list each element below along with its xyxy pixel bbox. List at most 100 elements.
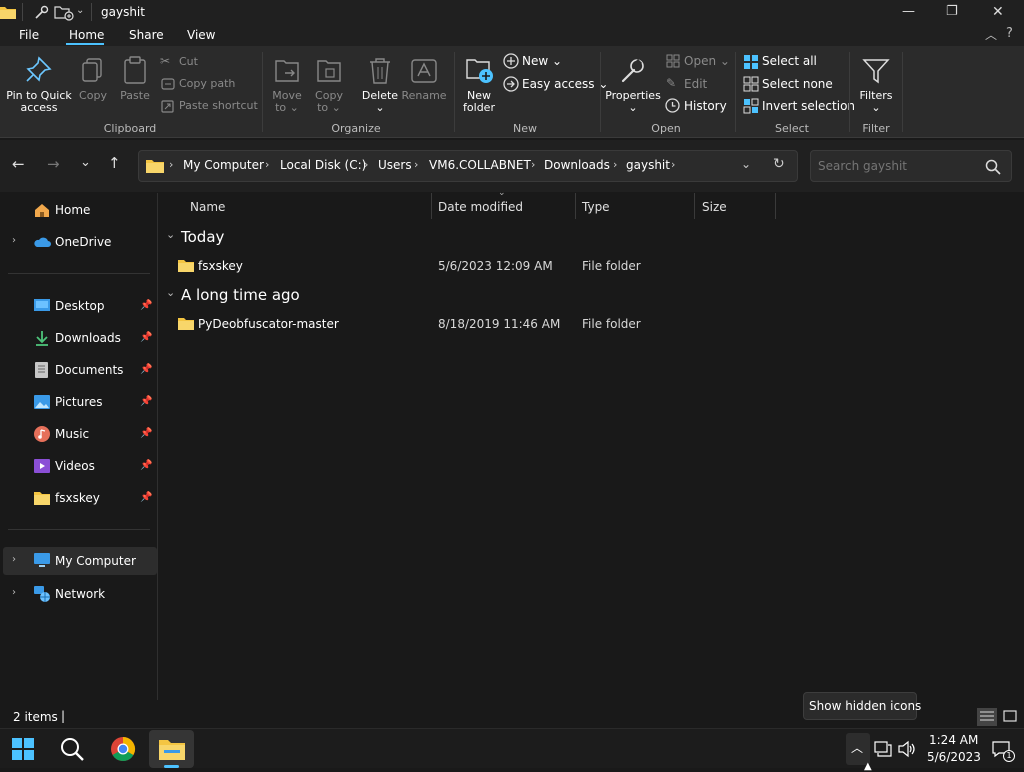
column-divider[interactable] [775, 193, 776, 219]
breadcrumb-downloads[interactable]: Downloads [544, 158, 610, 172]
tab-file[interactable]: File [19, 28, 39, 42]
select-none-button[interactable]: Select none [762, 77, 833, 91]
pin-icon[interactable]: 📌 [140, 492, 152, 503]
nav-fsxskey[interactable]: fsxskey 📌 [0, 484, 158, 512]
pin-icon[interactable]: 📌 [140, 396, 152, 407]
pin-icon[interactable]: 📌 [140, 364, 152, 375]
forward-button[interactable]: → [47, 155, 60, 173]
column-divider[interactable] [694, 193, 695, 219]
breadcrumb-chevron[interactable]: › [169, 158, 173, 171]
expand-chevron-icon[interactable]: › [12, 587, 16, 598]
group-header-long-ago[interactable]: ⌄ A long time ago [159, 284, 1024, 308]
group-header-today[interactable]: ⌄ Today [159, 226, 1024, 250]
back-button[interactable]: ← [12, 155, 25, 173]
search-input[interactable] [818, 157, 978, 175]
filters-button[interactable]: Filters ⌄ [852, 90, 900, 114]
large-icons-view-icon[interactable] [1003, 710, 1017, 722]
volume-icon[interactable] [898, 740, 916, 758]
breadcrumb-chevron[interactable]: › [671, 158, 675, 171]
network-tray-icon[interactable] [874, 741, 892, 757]
copy-button[interactable]: Copy [76, 90, 110, 102]
column-date-modified[interactable]: Date modified [438, 193, 523, 219]
easy-access-button[interactable]: Easy access ⌄ [522, 77, 608, 91]
nav-onedrive[interactable]: › OneDrive [0, 228, 158, 256]
details-view-icon[interactable] [977, 708, 997, 726]
breadcrumb-users[interactable]: Users [378, 158, 412, 172]
expand-chevron-icon[interactable]: › [12, 235, 16, 246]
address-bar[interactable]: › My Computer › Local Disk (C:) › Users … [138, 150, 798, 182]
column-divider[interactable] [575, 193, 576, 219]
column-name[interactable]: Name [190, 193, 225, 219]
invert-selection-button[interactable]: Invert selection [762, 99, 855, 113]
tab-view[interactable]: View [187, 28, 215, 42]
nav-downloads[interactable]: Downloads 📌 [0, 324, 158, 352]
paste-shortcut-button[interactable]: Paste shortcut [179, 99, 258, 112]
recent-locations-button[interactable]: ⌄ [80, 155, 91, 170]
properties-button[interactable]: Properties ⌄ [604, 90, 662, 114]
tab-share[interactable]: Share [129, 28, 164, 42]
search-icon[interactable] [60, 737, 84, 761]
up-button[interactable]: ↑ [108, 154, 121, 172]
column-divider[interactable] [431, 193, 432, 219]
clock-date[interactable]: 5/6/2023 [927, 750, 981, 764]
column-size[interactable]: Size [702, 193, 727, 219]
chrome-icon[interactable] [111, 737, 136, 762]
breadcrumb-chevron[interactable]: › [613, 158, 617, 171]
copy-path-button[interactable]: Copy path [179, 77, 235, 90]
open-button[interactable]: Open ⌄ [684, 54, 730, 68]
pin-icon[interactable]: 📌 [140, 300, 152, 311]
breadcrumb-chevron[interactable]: › [531, 158, 535, 171]
rename-button[interactable]: Rename [400, 90, 448, 102]
tab-home[interactable]: Home [69, 28, 104, 42]
nav-home[interactable]: Home [0, 196, 158, 224]
move-to-button[interactable]: Move to ⌄ [268, 90, 306, 114]
nav-my-computer[interactable]: › My Computer [3, 547, 157, 575]
properties-quick-icon[interactable] [33, 5, 49, 21]
pin-icon[interactable]: 📌 [140, 428, 152, 439]
restore-button[interactable]: ❐ [946, 4, 958, 19]
breadcrumb-user-folder[interactable]: VM6.COLLABNET [429, 158, 531, 172]
breadcrumb-chevron[interactable]: › [364, 158, 368, 171]
breadcrumb-my-computer[interactable]: My Computer [183, 158, 264, 172]
nav-desktop[interactable]: Desktop 📌 [0, 292, 158, 320]
pin-icon[interactable]: 📌 [140, 332, 152, 343]
copy-to-button[interactable]: Copy to ⌄ [310, 90, 348, 114]
search-box[interactable] [810, 150, 1012, 182]
nav-pictures[interactable]: Pictures 📌 [0, 388, 158, 416]
search-icon[interactable] [985, 159, 1001, 175]
address-history-dropdown-icon[interactable]: ⌄ [741, 157, 751, 171]
cut-button[interactable]: Cut [179, 55, 198, 68]
breadcrumb-chevron[interactable]: › [265, 158, 269, 171]
refresh-icon[interactable]: ↻ [773, 156, 785, 172]
nav-videos[interactable]: Videos 📌 [0, 452, 158, 480]
clock-time[interactable]: 1:24 AM [929, 733, 978, 747]
collapse-chevron-icon[interactable]: ⌄ [166, 286, 175, 299]
file-explorer-taskbar-button[interactable] [149, 730, 194, 768]
expand-chevron-icon[interactable]: › [12, 554, 16, 565]
collapse-chevron-icon[interactable]: ⌄ [166, 228, 175, 241]
breadcrumb-chevron[interactable]: › [414, 158, 418, 171]
close-button[interactable]: ✕ [992, 4, 1004, 20]
column-type[interactable]: Type [582, 193, 610, 219]
history-button[interactable]: History [684, 99, 727, 113]
select-all-button[interactable]: Select all [762, 54, 817, 68]
nav-documents[interactable]: Documents 📌 [0, 356, 158, 384]
table-row[interactable]: PyDeobfuscator-master 8/18/2019 11:46 AM… [159, 313, 1024, 337]
collapse-ribbon-icon[interactable]: ︿ [985, 26, 997, 43]
new-folder-button[interactable]: New folder [456, 90, 502, 114]
help-icon[interactable]: ? [1006, 26, 1013, 41]
minimize-button[interactable]: — [902, 4, 915, 19]
nav-music[interactable]: Music 📌 [0, 420, 158, 448]
pin-icon[interactable]: 📌 [140, 460, 152, 471]
nav-network[interactable]: › Network [0, 580, 158, 608]
paste-button[interactable]: Paste [117, 90, 153, 102]
start-windows-icon[interactable] [12, 738, 34, 760]
table-row[interactable]: fsxskey 5/6/2023 12:09 AM File folder [159, 255, 1024, 279]
quick-access-dropdown-icon[interactable]: ⌄ [76, 5, 84, 16]
pin-to-quick-access-button[interactable]: Pin to Quick access [0, 90, 78, 114]
edit-button[interactable]: Edit [684, 77, 707, 91]
delete-button[interactable]: Delete ⌄ [360, 90, 400, 114]
new-folder-quick-icon[interactable] [54, 5, 74, 21]
new-item-button[interactable]: New ⌄ [522, 54, 562, 68]
breadcrumb-current[interactable]: gayshit [626, 158, 670, 172]
